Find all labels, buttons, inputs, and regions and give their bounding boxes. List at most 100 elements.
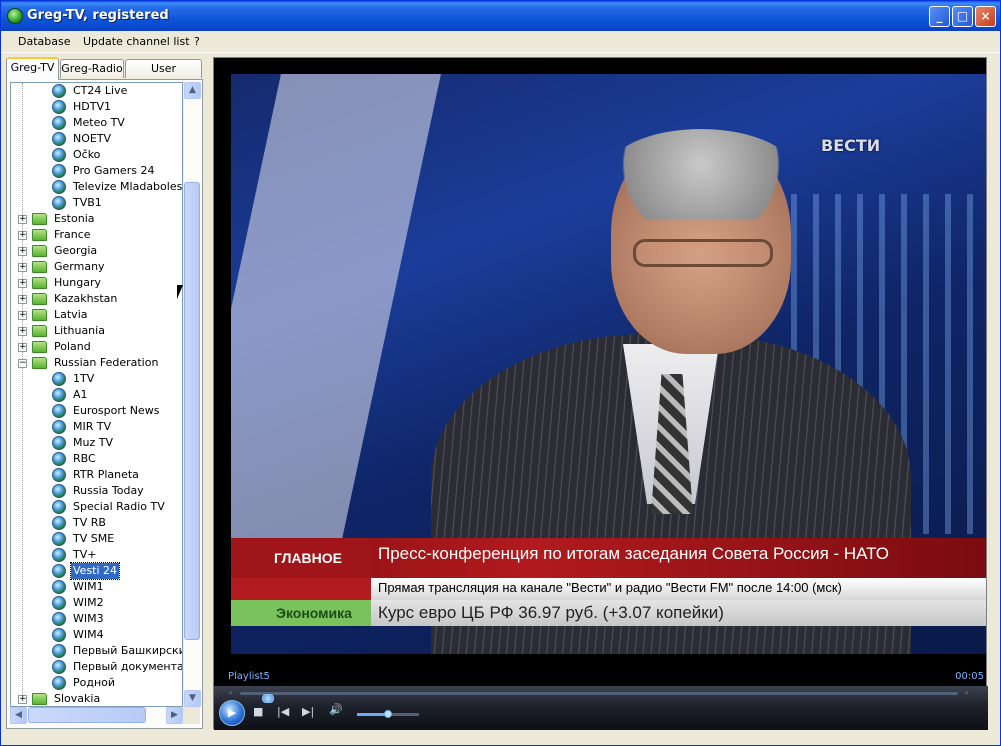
tree-country-folder[interactable]: + Latvia bbox=[11, 307, 182, 323]
tree-channel-item[interactable]: WIM3 bbox=[11, 611, 182, 627]
scroll-right-button[interactable]: ▶ bbox=[166, 707, 183, 724]
player-status-row: Playlist5 00:05 bbox=[214, 668, 988, 686]
seek-thumb[interactable] bbox=[262, 694, 274, 703]
tree-channel-item[interactable]: WIM1 bbox=[11, 579, 182, 595]
tree-country-folder[interactable]: + Kazakhstan bbox=[11, 291, 182, 307]
hscroll-thumb[interactable] bbox=[28, 707, 146, 723]
tree-channel-item[interactable]: CT24 Live bbox=[11, 83, 182, 99]
globe-icon bbox=[52, 596, 66, 610]
tree-country-folder[interactable]: + Poland bbox=[11, 339, 182, 355]
tree-channel-item[interactable]: Televize Mladaboleslav bbox=[11, 179, 182, 195]
stop-button[interactable]: ■ bbox=[253, 706, 263, 718]
next-button[interactable]: ▶| bbox=[302, 706, 314, 718]
tree-channel-item[interactable]: TVB1 bbox=[11, 195, 182, 211]
tree-channel-item[interactable]: NOETV bbox=[11, 131, 182, 147]
tab-user-channels[interactable]: User channels bbox=[125, 59, 202, 92]
close-button[interactable]: × bbox=[975, 6, 996, 27]
expand-icon[interactable]: + bbox=[18, 231, 27, 240]
scroll-down-button[interactable]: ▼ bbox=[184, 690, 201, 707]
tree-country-folder[interactable]: + Germany bbox=[11, 259, 182, 275]
tree-channel-item[interactable]: RBC bbox=[11, 451, 182, 467]
tree-channel-item[interactable]: Eurosport News bbox=[11, 403, 182, 419]
tree-channel-item[interactable]: TV SME bbox=[11, 531, 182, 547]
tree-country-folder[interactable]: + Lithuania bbox=[11, 323, 182, 339]
volume-slider[interactable] bbox=[357, 710, 419, 718]
tree-channel-item[interactable]: HDTV1 bbox=[11, 99, 182, 115]
tree-country-folder[interactable]: + Georgia bbox=[11, 243, 182, 259]
scroll-thumb[interactable] bbox=[184, 182, 200, 640]
expand-icon[interactable]: + bbox=[18, 247, 27, 256]
tree-country-folder[interactable]: + Slovakia bbox=[11, 691, 182, 706]
video-frame[interactable]: ВЕСТИ ГЛАВНОЕ Пресс-конференция по итога… bbox=[231, 74, 986, 654]
tree-channel-item[interactable]: Pro Gamers 24 bbox=[11, 163, 182, 179]
tab-greg-radio[interactable]: Greg-Radio bbox=[60, 59, 124, 78]
menu-database[interactable]: Database bbox=[18, 35, 71, 48]
globe-icon bbox=[52, 420, 66, 434]
tree-horizontal-scrollbar[interactable]: ◀ ▶ bbox=[10, 707, 183, 724]
tree-channel-item[interactable]: Očko bbox=[11, 147, 182, 163]
globe-icon bbox=[52, 564, 66, 578]
title-bar[interactable]: Greg-TV, registered _ □ × bbox=[1, 1, 1000, 31]
expand-icon[interactable]: + bbox=[18, 215, 27, 224]
tree-country-folder[interactable]: − Russian Federation bbox=[11, 355, 182, 371]
globe-icon bbox=[52, 516, 66, 530]
globe-icon bbox=[52, 676, 66, 690]
menu-help[interactable]: ? bbox=[194, 35, 200, 48]
menu-update-channel-list[interactable]: Update channel list bbox=[83, 35, 190, 48]
tree-country-folder[interactable]: + Estonia bbox=[11, 211, 182, 227]
globe-icon bbox=[52, 196, 66, 210]
tree-channel-item[interactable]: WIM4 bbox=[11, 627, 182, 643]
tree-channel-item[interactable]: Russia Today bbox=[11, 483, 182, 499]
tree-channel-item[interactable]: Vesti 24 bbox=[11, 562, 182, 580]
expand-icon[interactable]: + bbox=[18, 343, 27, 352]
presenter-hair bbox=[606, 129, 796, 219]
expand-icon[interactable]: + bbox=[18, 295, 27, 304]
tree-channel-item[interactable]: WIM2 bbox=[11, 595, 182, 611]
time-display: 00:05 bbox=[955, 671, 984, 682]
expand-icon[interactable]: + bbox=[18, 263, 27, 272]
ticker-main-text: Пресс-конференция по итогам заседания Со… bbox=[378, 544, 890, 563]
tree-item-label: Muz TV bbox=[73, 436, 113, 449]
tree-channel-item[interactable]: Special Radio TV bbox=[11, 499, 182, 515]
scroll-left-button[interactable]: ◀ bbox=[10, 707, 27, 724]
tree-channel-item[interactable]: Meteo TV bbox=[11, 115, 182, 131]
globe-icon bbox=[52, 180, 66, 194]
tree-channel-item[interactable]: RTR Planeta bbox=[11, 467, 182, 483]
channel-tree[interactable]: CT24 Live HDTV1 Meteo TV NOETV Očko Pro Gamer… bbox=[10, 82, 183, 707]
seek-bar[interactable] bbox=[240, 692, 958, 703]
tree-channel-item[interactable]: A1 bbox=[11, 387, 182, 403]
expand-icon[interactable]: + bbox=[18, 311, 27, 320]
collapse-icon[interactable]: − bbox=[18, 359, 27, 368]
tree-channel-item[interactable]: Первый документаль bbox=[11, 659, 182, 675]
scroll-up-button[interactable]: ▲ bbox=[184, 82, 201, 99]
tree-item-label: WIM1 bbox=[73, 580, 104, 593]
tab-greg-tv[interactable]: Greg-TV bbox=[6, 57, 59, 80]
tree-channel-item[interactable]: TV+ bbox=[11, 547, 182, 563]
minimize-button[interactable]: _ bbox=[929, 6, 950, 27]
previous-button[interactable]: |◀ bbox=[277, 706, 289, 718]
folder-icon bbox=[32, 341, 47, 353]
tree-country-folder[interactable]: + Hungary bbox=[11, 275, 182, 291]
seek-back-icon[interactable]: « bbox=[228, 688, 233, 697]
tree-channel-item[interactable]: Родной bbox=[11, 675, 182, 691]
volume-thumb[interactable] bbox=[384, 710, 392, 718]
play-button[interactable]: ▶ bbox=[219, 700, 245, 726]
playlist-name: Playlist5 bbox=[228, 671, 270, 682]
maximize-button[interactable]: □ bbox=[952, 6, 973, 27]
tree-channel-item[interactable]: Muz TV bbox=[11, 435, 182, 451]
expand-icon[interactable]: + bbox=[18, 327, 27, 336]
tree-channel-item[interactable]: MIR TV bbox=[11, 419, 182, 435]
tree-item-label: Pro Gamers 24 bbox=[73, 164, 155, 177]
mouse-cursor-icon bbox=[177, 285, 183, 299]
tree-channel-item[interactable]: TV RB bbox=[11, 515, 182, 531]
volume-icon[interactable]: 🔊 bbox=[329, 704, 343, 716]
tree-channel-item[interactable]: Первый Башкирский bbox=[11, 643, 182, 659]
tree-vertical-scrollbar[interactable]: ▲ ▼ bbox=[183, 82, 201, 707]
tree-country-folder[interactable]: + France bbox=[11, 227, 182, 243]
tree-item-label: Eurosport News bbox=[73, 404, 160, 417]
video-player[interactable]: ВЕСТИ ГЛАВНОЕ Пресс-конференция по итога… bbox=[213, 57, 988, 730]
expand-icon[interactable]: + bbox=[18, 695, 27, 704]
seek-forward-icon[interactable]: » bbox=[964, 688, 969, 697]
expand-icon[interactable]: + bbox=[18, 279, 27, 288]
tree-channel-item[interactable]: 1TV bbox=[11, 371, 182, 387]
